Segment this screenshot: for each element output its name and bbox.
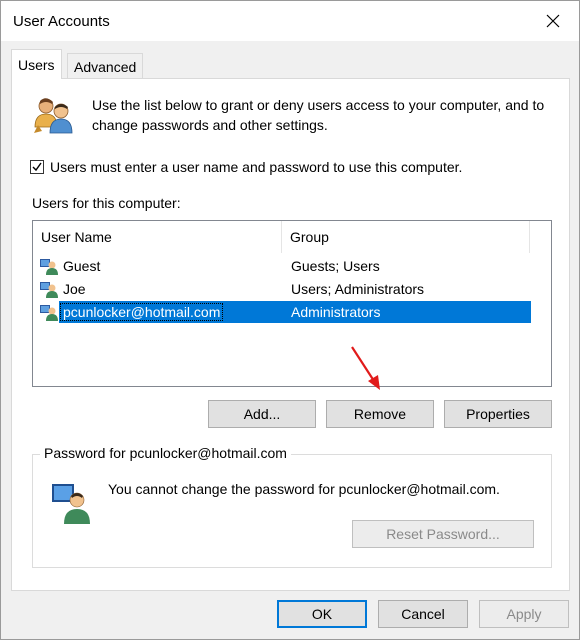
user-name-cell: Guest [63,258,101,274]
intro-text: Use the list below to grant or deny user… [92,97,545,133]
user-account-icon [40,282,58,298]
column-header-group[interactable]: Group [281,221,529,253]
column-separator [529,221,530,253]
user-account-icon [40,305,58,321]
require-login-label: Users must enter a user name and passwor… [50,159,463,175]
checkmark-icon [32,162,42,172]
reset-password-button[interactable]: Reset Password... [352,520,534,548]
listview-header: User Name Group [33,221,551,253]
tab-advanced[interactable]: Advanced [67,53,144,79]
add-button[interactable]: Add... [208,400,316,428]
tab-users[interactable]: Users [11,49,62,79]
password-groupbox-title: Password for pcunlocker@hotmail.com [40,445,291,461]
column-header-user-name[interactable]: User Name [33,221,281,253]
tab-users-label: Users [18,56,55,73]
password-message: You cannot change the password for pcunl… [108,481,500,497]
user-group-cell: Administrators [291,304,381,320]
user-group-cell: Guests; Users [291,258,380,274]
remove-button[interactable]: Remove [326,400,434,428]
title-bar: User Accounts [1,1,579,41]
password-groupbox [32,454,552,568]
column-header-user-name-label: User Name [41,229,112,245]
close-button[interactable] [535,7,571,35]
tab-advanced-label: Advanced [74,58,137,75]
column-header-group-label: Group [290,229,329,245]
require-login-row[interactable]: Users must enter a user name and passwor… [30,159,462,175]
user-group-cell: Users; Administrators [291,281,425,297]
users-section-label: Users for this computer: [32,195,181,211]
user-accounts-window: User Accounts Users Advanced Use the lis… [0,0,580,640]
user-name-cell: Joe [63,281,86,297]
user-account-icon [40,259,58,275]
users-group-icon [34,98,73,134]
users-tab-panel: Use the list below to grant or deny user… [11,78,570,591]
users-listview[interactable]: User Name Group Guest Guests; Users Joe … [32,220,552,387]
ok-button[interactable]: OK [277,600,367,628]
apply-button[interactable]: Apply [479,600,569,628]
properties-button[interactable]: Properties [444,400,552,428]
cancel-button[interactable]: Cancel [378,600,468,628]
window-title: User Accounts [13,13,110,30]
user-name-cell: pcunlocker@hotmail.com [59,303,224,321]
user-account-large-icon [52,484,90,524]
require-login-checkbox[interactable] [30,160,44,174]
user-row-pcunlocker[interactable]: pcunlocker@hotmail.com Administrators [35,301,531,323]
close-icon [546,14,560,28]
user-row-joe[interactable]: Joe Users; Administrators [35,278,531,300]
red-arrow-annotation-icon [351,346,380,390]
user-row-guest[interactable]: Guest Guests; Users [35,255,531,277]
